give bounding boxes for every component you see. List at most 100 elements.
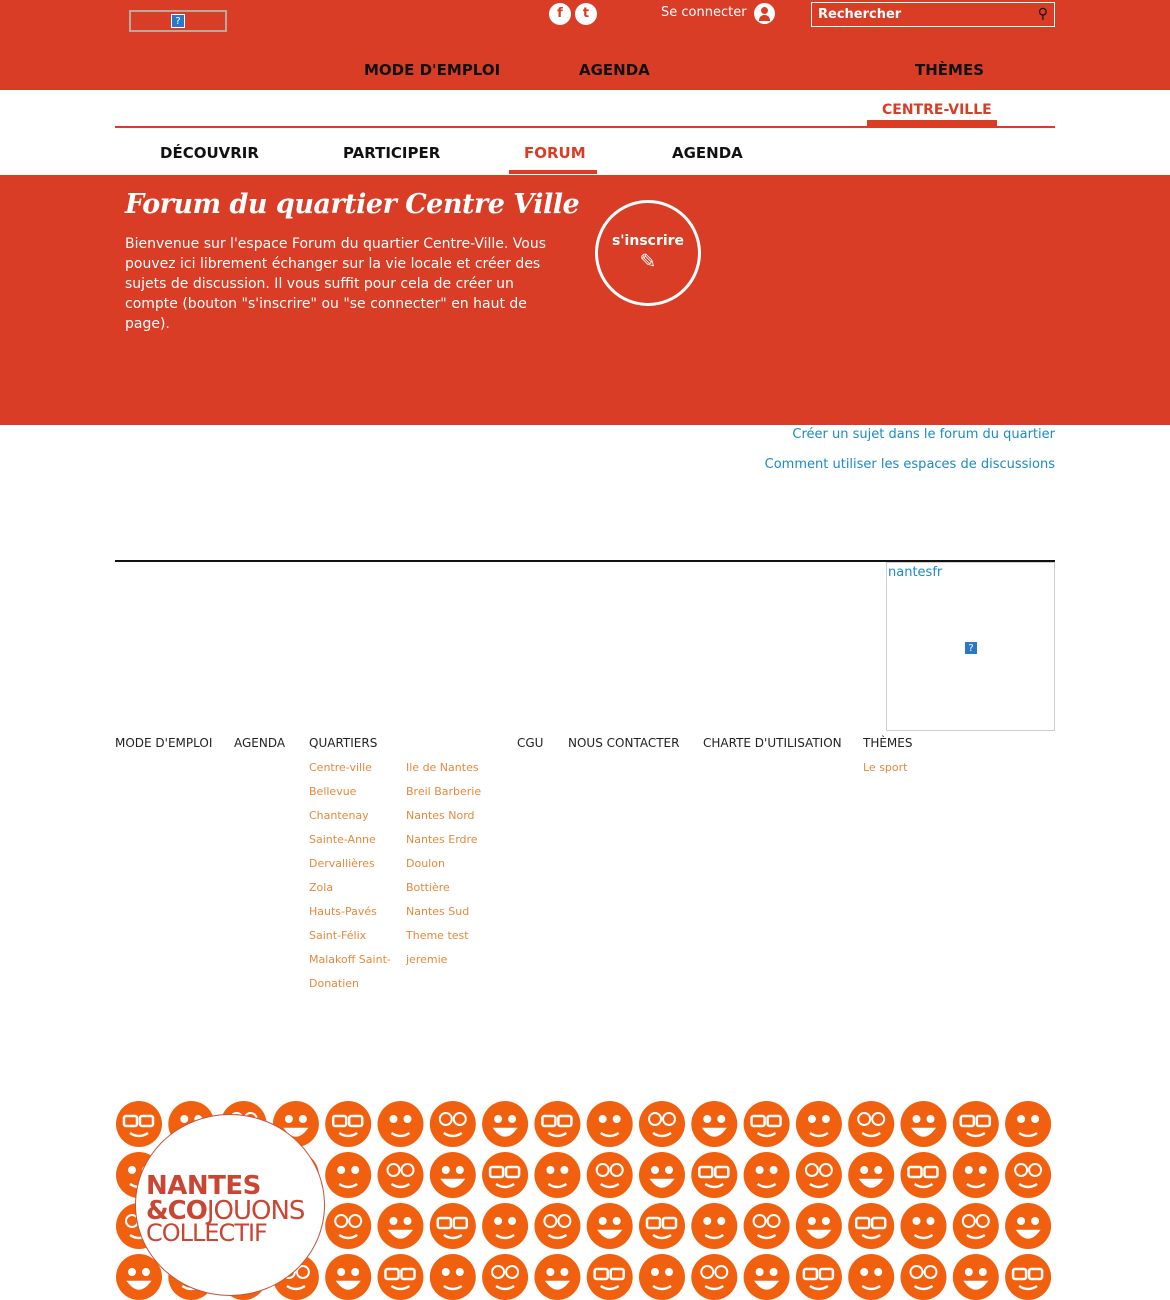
smiley-icon: [952, 1254, 999, 1300]
footer-sublink[interactable]: Malakoff Saint-: [309, 953, 391, 966]
smiley-icon: [586, 1101, 633, 1147]
smiley-icon: [795, 1101, 842, 1147]
footer-sublink[interactable]: Nantes Nord: [406, 809, 475, 822]
smiley-icon: [325, 1152, 372, 1198]
smiley-icon: [325, 1254, 372, 1300]
footer-link[interactable]: AGENDA: [234, 736, 285, 750]
footer-sublink[interactable]: Donatien: [309, 977, 359, 990]
twitter-icon[interactable]: t: [575, 3, 597, 25]
smiley-icon: [1005, 1101, 1052, 1147]
user-icon[interactable]: [754, 3, 775, 24]
smiley-icon: [1005, 1152, 1052, 1198]
smiley-icon: [743, 1101, 790, 1147]
footer-sublink[interactable]: jeremie: [406, 953, 447, 966]
smiley-icon: [743, 1254, 790, 1300]
nav-mode-emploi[interactable]: MODE D'EMPLOI: [364, 61, 500, 79]
footer-sublink[interactable]: Doulon: [406, 857, 445, 870]
smiley-icon: [795, 1203, 842, 1249]
hero-banner: Forum du quartier Centre Ville Bienvenue…: [0, 175, 1170, 425]
smiley-icon: [429, 1152, 476, 1198]
smiley-icon: [429, 1101, 476, 1147]
smiley-icon: [848, 1152, 895, 1198]
smiley-icon: [429, 1254, 476, 1300]
tab-forum[interactable]: FORUM: [524, 144, 586, 162]
help-link[interactable]: Comment utiliser les espaces de discussi…: [765, 457, 1055, 472]
tab-participer[interactable]: PARTICIPER: [343, 144, 440, 162]
smiley-icon: [639, 1203, 685, 1249]
smiley-icon: [795, 1152, 842, 1198]
smiley-icon: [482, 1254, 529, 1300]
smiley-icon: [639, 1254, 685, 1300]
footer-sublink[interactable]: Saint-Félix: [309, 929, 366, 942]
smiley-icon: [325, 1101, 372, 1147]
smiley-icon: [900, 1152, 947, 1198]
smiley-icon: [848, 1101, 895, 1147]
footer-sublink[interactable]: Nantes Erdre: [406, 833, 478, 846]
quartier-tab[interactable]: CENTRE-VILLE: [882, 102, 992, 118]
footer-sublink[interactable]: Chantenay: [309, 809, 369, 822]
broken-image-icon: ?: [171, 14, 185, 28]
smiley-icon: [691, 1101, 738, 1147]
nantesfr-link[interactable]: nantesfr: [888, 565, 942, 580]
smiley-icon: [377, 1152, 424, 1198]
login-link[interactable]: Se connecter: [661, 5, 747, 20]
smiley-icon: [534, 1203, 581, 1249]
smiley-icon: [900, 1101, 947, 1147]
smiley-icon: [795, 1254, 842, 1300]
smiley-icon: [534, 1254, 581, 1300]
footer-link[interactable]: NOUS CONTACTER: [568, 736, 679, 750]
social-widget: nantesfr?: [886, 562, 1055, 731]
smiley-icon: [900, 1203, 947, 1249]
footer-link[interactable]: QUARTIERS: [309, 736, 377, 750]
page-title: Forum du quartier Centre Ville: [125, 189, 580, 220]
smiley-icon: [325, 1203, 372, 1249]
footer-sublink[interactable]: Le sport: [863, 761, 907, 774]
smiley-icon: [482, 1101, 529, 1147]
smiley-icon: [377, 1101, 424, 1147]
nav-themes[interactable]: THÈMES: [915, 61, 984, 79]
create-topic-link[interactable]: Créer un sujet dans le forum du quartier: [792, 427, 1055, 442]
footer-link[interactable]: CGU: [517, 736, 543, 750]
footer-sublink[interactable]: Sainte-Anne: [309, 833, 376, 846]
smiley-icon: [534, 1101, 581, 1147]
smiley-icon: [848, 1203, 895, 1249]
smiley-icon: [377, 1254, 424, 1300]
search-input[interactable]: Rechercher ⚲: [811, 2, 1055, 27]
tab-agenda[interactable]: AGENDA: [672, 144, 743, 162]
logo-line3: COLLECTIF: [146, 1219, 268, 1247]
smiley-icon: [952, 1101, 999, 1147]
smiley-icon: [848, 1254, 895, 1300]
footer-link[interactable]: CHARTE D'UTILISATION: [703, 736, 842, 750]
site-logo[interactable]: ?: [129, 10, 227, 32]
footer-sublink[interactable]: Dervallières: [309, 857, 375, 870]
footer-sublink[interactable]: Centre-ville: [309, 761, 372, 774]
broken-image-icon: ?: [964, 641, 978, 655]
footer-sublink[interactable]: Breil Barberie: [406, 785, 481, 798]
footer-sublink[interactable]: Nantes Sud: [406, 905, 469, 918]
signup-button[interactable]: s'inscrire ✎: [595, 200, 701, 306]
footer-sublink[interactable]: Hauts-Pavés: [309, 905, 377, 918]
active-tab-indicator: [509, 170, 597, 174]
nantes-co-logo[interactable]: NANTES &COJOUONS COLLECTIF: [135, 1114, 325, 1296]
footer-sublink[interactable]: Bottière: [406, 881, 450, 894]
footer-link[interactable]: MODE D'EMPLOI: [115, 736, 212, 750]
footer-sublink[interactable]: Ile de Nantes: [406, 761, 479, 774]
smiley-icon: [691, 1203, 738, 1249]
footer-link[interactable]: THÈMES: [863, 736, 913, 750]
signup-label: s'inscrire: [611, 233, 685, 249]
hero-text: Bienvenue sur l'espace Forum du quartier…: [125, 236, 546, 332]
smiley-icon: [639, 1101, 685, 1147]
smiley-icon: [743, 1152, 790, 1198]
facebook-icon[interactable]: f: [549, 3, 571, 25]
search-icon[interactable]: ⚲: [1038, 6, 1048, 22]
footer-sublink[interactable]: Theme test: [406, 929, 469, 942]
footer-sublink[interactable]: Zola: [309, 881, 333, 894]
tab-decouvrir[interactable]: DÉCOUVRIR: [160, 144, 259, 162]
smiley-icon: [639, 1152, 685, 1198]
nav-agenda[interactable]: AGENDA: [579, 61, 650, 79]
smiley-icon: [743, 1203, 790, 1249]
footer-sublink[interactable]: Bellevue: [309, 785, 356, 798]
smiley-icon: [377, 1203, 424, 1249]
smiley-icon: [586, 1152, 633, 1198]
smiley-icon: [116, 1101, 162, 1147]
